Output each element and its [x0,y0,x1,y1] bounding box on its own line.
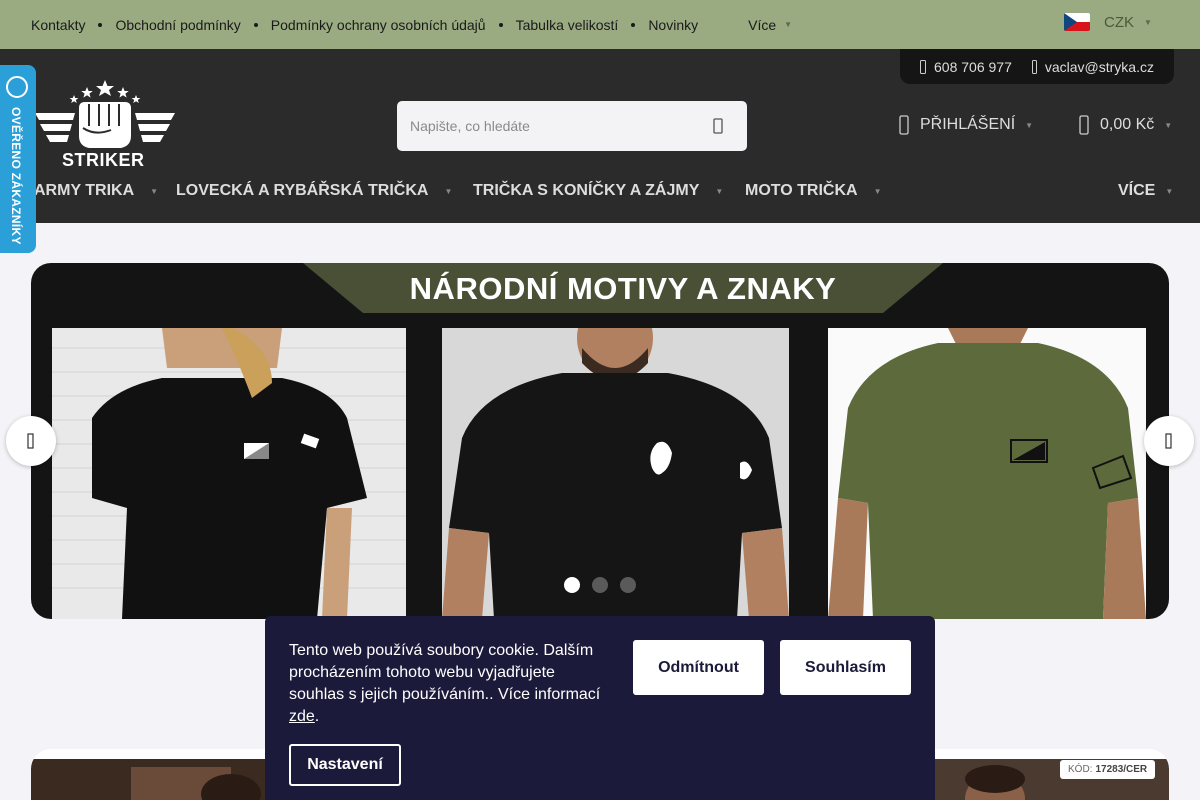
search-icon[interactable] [710,116,726,136]
slider-next-button[interactable] [1144,416,1194,466]
slide-photo-woman [52,328,406,619]
chevron-down-icon: ▼ [444,186,453,196]
currency-selector[interactable]: CZK ▼ [1064,13,1152,31]
cookie-banner: Tento web používá soubory cookie. Dalším… [265,616,935,800]
slider-dot-3[interactable] [620,577,636,593]
logo-text: STRIKER [62,150,145,170]
product-code-label: KÓD: [1068,764,1093,775]
link-news[interactable]: Novinky [648,17,698,33]
link-privacy[interactable]: Podmínky ochrany osobních údajů [271,17,486,33]
arrow-left-icon [27,433,34,449]
login-button[interactable]: PŘIHLÁŠENÍ ▼ [898,115,1033,135]
chevron-down-icon: ▼ [150,186,159,196]
header: 608 706 977 vaclav@stryka.cz STRIKER Nap… [0,49,1200,223]
cookie-text-end: . [314,708,320,725]
verified-seal-icon [6,76,28,98]
separator-dot [498,22,503,27]
nav-item-army[interactable]: ARMY TRIKA ▼ [34,182,158,200]
email-address: vaclav@stryka.cz [1044,58,1154,75]
link-size-chart[interactable]: Tabulka velikostí [516,17,619,33]
slider-prev-button[interactable] [6,416,56,466]
top-more-label: Více [748,16,777,33]
nav-item-label: LOVECKÁ A RYBÁŘSKÁ TRIČKA [176,182,429,199]
hero-slider[interactable]: NÁRODNÍ MOTIVY A ZNAKY [31,263,1169,619]
chevron-down-icon: ▼ [1164,120,1173,130]
chevron-down-icon: ▼ [873,186,882,196]
separator-dot [631,22,636,27]
nav-item-moto[interactable]: MOTO TRIČKA ▼ [745,182,882,200]
nav-more-label: VÍCE [1118,182,1156,199]
top-links: Kontakty Obchodní podmínky Podmínky ochr… [0,17,792,33]
product-code-tag: KÓD: 17283/CER [1060,760,1156,779]
cookie-more-link[interactable]: zde [289,708,315,725]
arrow-right-icon [1165,433,1172,449]
verified-badge-label: OVĚŘENO ZÁKAZNÍKY [9,107,23,245]
phone-icon [920,59,926,74]
phone-number: 608 706 977 [934,58,1012,75]
cookie-message: Tento web používá soubory cookie. Dalším… [289,642,601,703]
chevron-down-icon: ▼ [1025,120,1034,130]
login-label: PŘIHLÁŠENÍ [920,116,1016,133]
slider-dots [564,577,648,593]
product-code-value: 17283/CER [1095,764,1148,775]
slider-title: NÁRODNÍ MOTIVY A ZNAKY [409,271,837,306]
cookie-accept-button[interactable]: Souhlasím [780,640,911,695]
striker-logo[interactable]: STRIKER [35,80,175,172]
currency-label: CZK [1104,13,1134,31]
verified-badge[interactable]: OVĚŘENO ZÁKAZNÍKY [0,65,36,253]
phone-link[interactable]: 608 706 977 [920,59,1012,75]
nav-item-hunting-fishing[interactable]: LOVECKÁ A RYBÁŘSKÁ TRIČKA ▼ [176,182,452,200]
slide-photo-olive-shirt [828,328,1146,619]
cart-button[interactable]: 0,00 Kč ▼ [1078,115,1172,135]
link-contacts[interactable]: Kontakty [31,17,85,33]
chevron-down-icon: ▼ [1144,17,1152,27]
main-nav: ARMY TRIKA ▼ LOVECKÁ A RYBÁŘSKÁ TRIČKA ▼… [0,180,1200,206]
contact-bar: 608 706 977 vaclav@stryka.cz [900,49,1174,84]
cart-icon [1079,115,1089,135]
link-terms[interactable]: Obchodní podmínky [115,17,240,33]
email-link[interactable]: vaclav@stryka.cz [1031,58,1154,75]
top-bar: Kontakty Obchodní podmínky Podmínky ochr… [0,0,1200,49]
top-more-menu[interactable]: Více ▼ [748,17,792,33]
slider-dot-2[interactable] [592,577,608,593]
mail-icon [1031,59,1037,74]
nav-item-label: MOTO TRIČKA [745,182,858,199]
nav-item-hobbies[interactable]: TRIČKA S KONÍČKY A ZÁJMY ▼ [473,182,723,200]
chevron-down-icon: ▼ [784,20,793,29]
cookie-settings-button[interactable]: Nastavení [289,744,401,786]
user-icon [899,115,909,135]
slider-dot-1[interactable] [564,577,580,593]
search-box[interactable] [397,101,747,151]
chevron-down-icon: ▼ [715,186,724,196]
nav-more[interactable]: VÍCE ▼ [1118,182,1173,200]
cookie-text: Tento web používá soubory cookie. Dalším… [289,640,609,728]
slide-photo-man [442,328,789,619]
product-photo-left[interactable] [31,759,271,800]
cookie-reject-button[interactable]: Odmítnout [633,640,764,695]
separator-dot [253,22,258,27]
cart-total: 0,00 Kč [1100,116,1155,133]
nav-item-label: ARMY TRIKA [34,182,135,199]
czech-flag-icon [1064,13,1090,31]
separator-dot [98,22,103,27]
chevron-down-icon: ▼ [1165,186,1174,196]
search-input[interactable] [410,118,700,134]
nav-item-label: TRIČKA S KONÍČKY A ZÁJMY [473,182,700,199]
